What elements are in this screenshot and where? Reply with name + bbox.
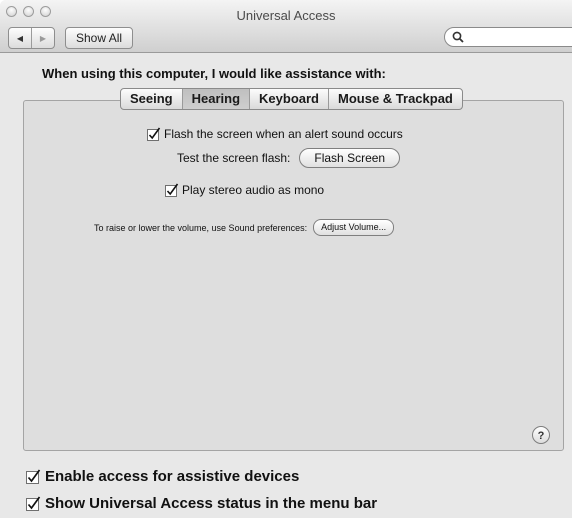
menu-bar-status-label: Show Universal Access status in the menu… [45,495,378,512]
menu-bar-status-checkbox[interactable] [26,496,41,511]
forward-button[interactable]: ▶ [31,28,54,48]
adjust-volume-button[interactable]: Adjust Volume... [313,219,395,236]
assistive-devices-checkbox[interactable] [26,469,41,484]
search-field[interactable] [444,27,572,47]
window-toolbar: Universal Access ◀ ▶ Show All [0,0,572,53]
tab-seeing[interactable]: Seeing [121,89,182,109]
test-flash-row: Test the screen flash: Flash Screen [177,148,401,168]
magnifier-icon [452,31,464,43]
preferences-window: Universal Access ◀ ▶ Show All When using… [0,0,572,518]
stereo-mono-checkbox[interactable] [165,183,179,197]
tab-keyboard[interactable]: Keyboard [249,89,328,109]
back-arrow-icon: ◀ [16,33,24,43]
stereo-mono-label: Play stereo audio as mono [182,183,325,197]
assistance-heading: When using this computer, I would like a… [42,66,386,81]
back-forward-control: ◀ ▶ [8,27,55,49]
volume-instruction: To raise or lower the volume, use Sound … [94,222,308,233]
back-button[interactable]: ◀ [9,28,31,48]
window-title: Universal Access [236,8,336,23]
flash-screen-label: Flash the screen when an alert sound occ… [164,127,403,141]
help-button[interactable]: ? [532,426,550,444]
forward-arrow-icon: ▶ [39,33,47,43]
assistive-devices-option[interactable]: Enable access for assistive devices [26,468,299,485]
tab-content-panel: Flash the screen when an alert sound occ… [23,100,564,451]
menu-bar-status-option[interactable]: Show Universal Access status in the menu… [26,495,377,512]
show-all-button[interactable]: Show All [65,27,134,49]
volume-row: To raise or lower the volume, use Sound … [94,219,395,236]
flash-screen-checkbox[interactable] [147,127,161,141]
tab-mouse-trackpad[interactable]: Mouse & Trackpad [328,89,462,109]
assistive-devices-label: Enable access for assistive devices [45,468,300,485]
tab-bar: Seeing Hearing Keyboard Mouse & Trackpad [120,88,463,110]
stereo-mono-option[interactable]: Play stereo audio as mono [165,183,324,197]
test-flash-label: Test the screen flash: [177,151,291,165]
tab-hearing[interactable]: Hearing [181,89,250,109]
search-input[interactable] [467,29,571,47]
flash-screen-option[interactable]: Flash the screen when an alert sound occ… [147,127,403,141]
flash-screen-button[interactable]: Flash Screen [299,148,401,168]
